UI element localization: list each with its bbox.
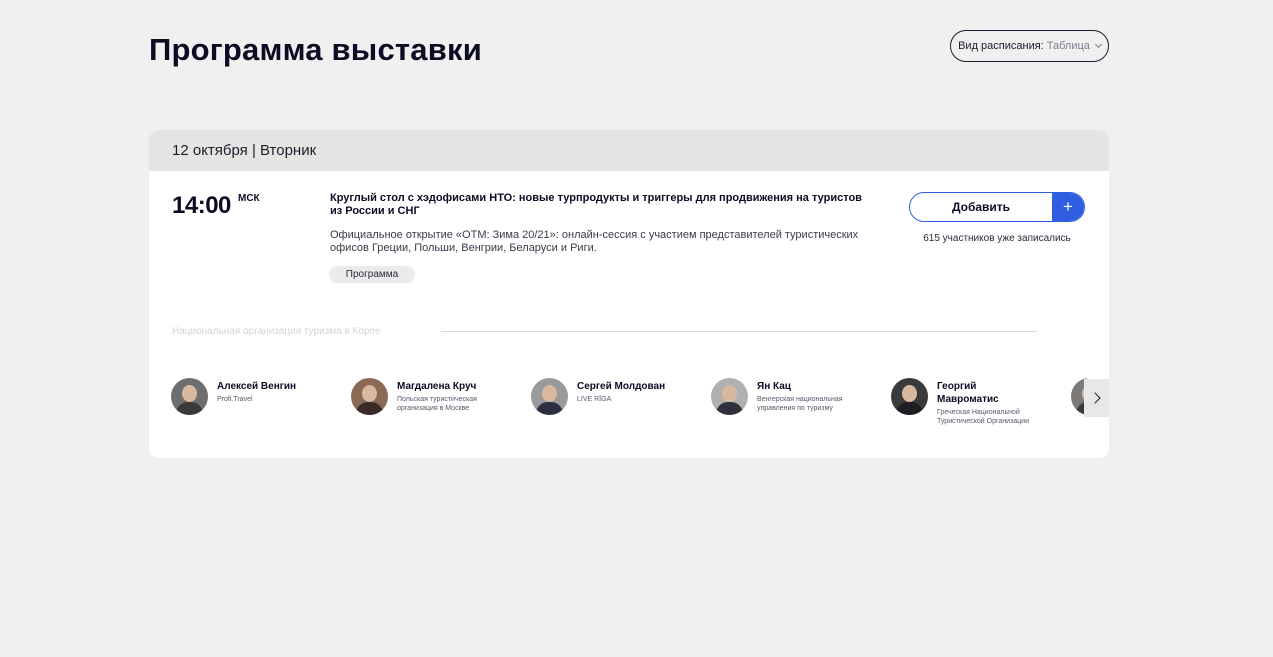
speaker-item[interactable]: Алексей Венгин Profi.Travel [171,378,336,415]
speaker-info: Ян Кац Венгерская национальная управления… [757,378,876,415]
speaker-name: Сергей Молдован [577,381,666,392]
event-time: 14:00 [172,192,231,219]
speaker-organization: Польская туристическая организация в Мос… [397,396,477,412]
add-button-label: Добавить [951,200,1011,214]
speaker-name: Георгий Мавроматис [937,381,999,405]
chevron-down-icon [1094,40,1102,49]
speaker-organization: Венгерская национальная управления по ту… [757,396,843,412]
speaker-info: Георгий Мавроматис Греческая Национальной… [937,378,1056,426]
add-event-button[interactable]: Добавить + [909,192,1085,222]
day-label: 12 октября | Вторник [172,142,317,159]
speaker-item[interactable]: Георгий Мавроматис Греческая Национальной… [891,378,1056,426]
speaker-name: Ян Кац [757,381,791,392]
speakers-carousel: Алексей Венгин Profi.Travel Магдалена Круч… [171,378,1087,438]
event-tag[interactable]: Программа [329,266,415,283]
plus-icon: + [1052,193,1084,221]
avatar [531,378,568,415]
schedule-view-dropdown[interactable]: Вид расписания: Таблица [950,30,1109,62]
event-timezone: МСК [238,193,260,204]
speaker-info: Сергей Молдован LIVE RĪGA [577,378,665,415]
page-title: Программа выставки [149,32,482,67]
avatar [891,378,928,415]
speaker-item[interactable]: Сергей Молдован LIVE RĪGA [531,378,696,415]
view-switch-value: Таблица [1046,40,1090,52]
speaker-organization: LIVE RĪGA [577,396,612,403]
speaker-organization: Profi.Travel [217,396,253,403]
avatar [171,378,208,415]
carousel-next-button[interactable] [1084,379,1109,417]
avatar [351,378,388,415]
avatar [711,378,748,415]
speaker-info: Алексей Венгин Profi.Travel [217,378,296,415]
speaker-name: Алексей Венгин [217,381,297,392]
speaker-info: Магдалена Круч Польская туристическая орг… [397,378,516,415]
divider [441,331,1037,332]
event-description: Официальное открытие «ОТМ: Зима 20/21»: … [330,229,859,254]
day-header: 12 октября | Вторник [149,130,1109,171]
speaker-item[interactable]: Магдалена Круч Польская туристическая орг… [351,378,516,415]
event-title: Круглый стол с хэдофисами НТО: новые тур… [330,192,862,217]
day-schedule-card: 12 октября | Вторник 14:00 МСК Круглый с… [149,130,1109,458]
view-switch-label: Вид расписания: [958,40,1044,52]
chevron-right-icon [1089,392,1101,404]
speaker-name: Магдалена Круч [397,381,477,392]
speaker-item[interactable]: Ян Кац Венгерская национальная управления… [711,378,876,415]
speaker-organization: Греческая Национальной Туристической Орг… [937,409,1029,425]
org-section-label: Национальная организация туризма в Корее [172,326,381,337]
participants-count: 615 участников уже записались [923,233,1071,244]
